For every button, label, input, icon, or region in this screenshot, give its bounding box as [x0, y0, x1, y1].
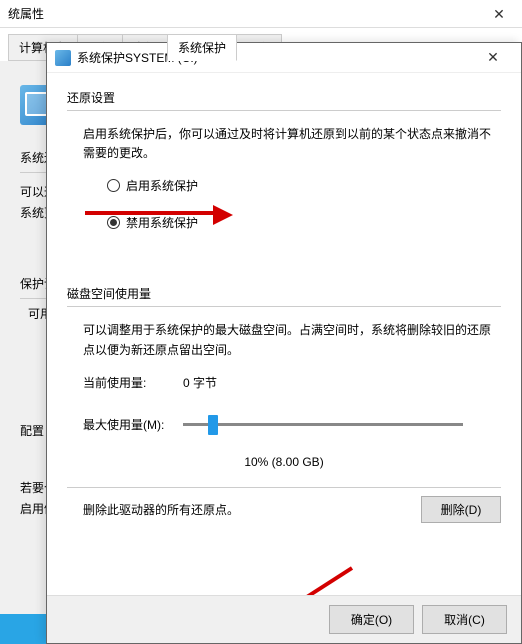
max-usage-label: 最大使用量(M):	[83, 416, 183, 433]
radio-enable-protection[interactable]: 启用系统保护	[107, 177, 501, 194]
slider-thumb[interactable]	[208, 415, 218, 435]
parent-close-button[interactable]: ✕	[476, 0, 522, 28]
divider	[67, 487, 501, 488]
dialog-titlebar: 系统保护SYSTEM (C:) ✕	[47, 43, 521, 73]
disk-usage-desc: 可以调整用于系统保护的最大磁盘空间。占满空间时，系统将删除较旧的还原点以便为新还…	[83, 321, 501, 359]
slider-track	[183, 423, 463, 426]
delete-button[interactable]: 删除(D)	[421, 496, 501, 523]
tab-system-protection[interactable]: 系统保护	[167, 34, 237, 61]
parent-titlebar: 统属性 ✕	[0, 0, 522, 28]
close-button[interactable]: ✕	[473, 49, 513, 66]
dialog-body: 还原设置 启用系统保护后，你可以通过及时将计算机还原到以前的某个状态点来撤消不需…	[47, 73, 521, 523]
radio-label: 启用系统保护	[126, 177, 198, 194]
dialog-app-icon	[55, 50, 71, 66]
current-usage-value: 0 字节	[183, 374, 217, 391]
dialog-footer: 确定(O) 取消(C)	[47, 595, 521, 643]
max-usage-row: 最大使用量(M):	[83, 415, 501, 435]
radio-icon	[107, 216, 120, 229]
parent-title: 统属性	[8, 5, 44, 22]
current-usage-row: 当前使用量: 0 字节	[83, 374, 501, 391]
radio-disable-protection[interactable]: 禁用系统保护	[107, 214, 501, 231]
disk-usage-header: 磁盘空间使用量	[67, 285, 501, 302]
divider	[67, 110, 501, 111]
ok-button[interactable]: 确定(O)	[329, 605, 414, 634]
restore-radio-group: 启用系统保护 禁用系统保护	[107, 177, 501, 231]
radio-label: 禁用系统保护	[126, 214, 198, 231]
max-usage-slider[interactable]	[183, 415, 501, 435]
current-usage-label: 当前使用量:	[83, 374, 183, 391]
system-protection-dialog: 系统保护SYSTEM (C:) ✕ 还原设置 启用系统保护后，你可以通过及时将计…	[46, 42, 522, 644]
divider	[67, 306, 501, 307]
delete-desc: 删除此驱动器的所有还原点。	[83, 501, 421, 518]
radio-icon	[107, 179, 120, 192]
slider-value-text: 10% (8.00 GB)	[67, 455, 501, 469]
delete-restore-points-row: 删除此驱动器的所有还原点。 删除(D)	[83, 496, 501, 523]
restore-settings-header: 还原设置	[67, 89, 501, 106]
dialog-title: 系统保护SYSTEM (C:)	[77, 49, 473, 66]
restore-settings-desc: 启用系统保护后，你可以通过及时将计算机还原到以前的某个状态点来撤消不需要的更改。	[83, 125, 501, 163]
cancel-button[interactable]: 取消(C)	[422, 605, 507, 634]
taskbar-fragment	[0, 614, 50, 644]
